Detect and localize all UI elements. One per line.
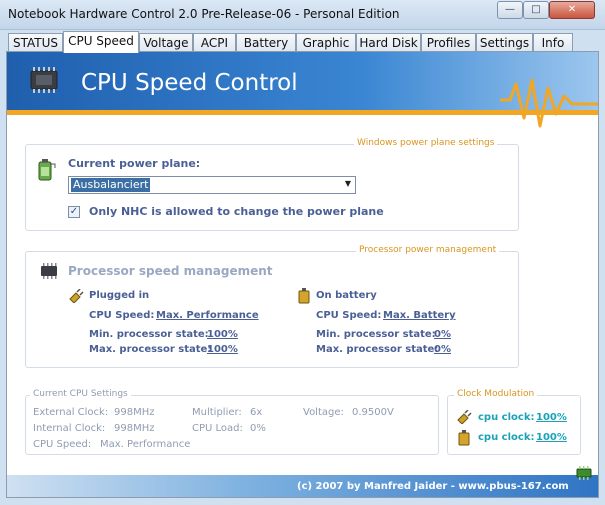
plug-icon	[69, 289, 84, 303]
tab-bar: STATUS CPU Speed Voltage ACPI Battery Gr…	[0, 30, 605, 53]
external-clock-value: 998MHz	[114, 407, 155, 418]
battery-icon	[458, 430, 470, 446]
plugged-min-state-link[interactable]: 100%	[207, 329, 238, 340]
plugged-cpu-speed-label: CPU Speed:	[89, 310, 155, 321]
battery-cpu-speed-link[interactable]: Max. Battery	[383, 310, 456, 321]
plug-icon	[457, 410, 472, 424]
plugged-max-state-label: Max. processor state:	[89, 344, 212, 355]
current-cpu-settings-group: Current CPU Settings External Clock: 998…	[25, 389, 439, 455]
clock-modulation-group: Clock Modulation cpu clock: 100% cpu clo…	[447, 389, 581, 455]
heartbeat-wave-icon	[500, 78, 598, 128]
plugged-in-heading: Plugged in	[89, 290, 150, 301]
nhc-only-checkbox-label[interactable]: Only NHC is allowed to change the power …	[89, 205, 384, 218]
window-title: Notebook Hardware Control 2.0 Pre-Releas…	[8, 7, 400, 21]
tab-info[interactable]: Info	[533, 33, 573, 52]
tab-hard-disk[interactable]: Hard Disk	[356, 33, 421, 52]
power-plane-select[interactable]: Ausbalanciert ▼	[68, 176, 356, 194]
plugged-cpu-speed-link[interactable]: Max. Performance	[156, 310, 259, 321]
cpu-speed-label: CPU Speed:	[33, 439, 92, 450]
cpu-load-value: 0%	[250, 423, 266, 434]
cpu-speed-panel: CPU Speed Control Windows power plane se…	[6, 51, 599, 498]
voltage-label: Voltage:	[303, 407, 344, 418]
external-clock-label: External Clock:	[33, 407, 109, 418]
plugged-max-state-link[interactable]: 100%	[207, 344, 238, 355]
battery-max-state-link[interactable]: 0%	[434, 344, 451, 355]
plugged-min-state-label: Min. processor state:	[89, 329, 209, 340]
tab-profiles[interactable]: Profiles	[421, 33, 476, 52]
close-button[interactable]: ✕	[549, 1, 595, 19]
tab-status[interactable]: STATUS	[8, 33, 63, 52]
battery-min-state-label: Min. processor state:	[316, 329, 436, 340]
cpu-load-label: CPU Load:	[192, 423, 243, 434]
nhc-only-checkbox[interactable]: ✓	[68, 206, 80, 218]
banner-title: CPU Speed Control	[81, 70, 298, 96]
processor-power-group: Processor power management Processor spe…	[25, 245, 519, 368]
battery-plug-icon	[38, 159, 56, 181]
current-cpu-settings-legend: Current CPU Settings	[30, 389, 131, 399]
multiplier-label: Multiplier:	[192, 407, 242, 418]
tab-battery[interactable]: Battery	[236, 33, 296, 52]
cpu-chip-small-icon	[41, 263, 57, 279]
tab-acpi[interactable]: ACPI	[193, 33, 236, 52]
cpu-speed-value: Max. Performance	[100, 439, 191, 450]
clock-mod-plugged-value[interactable]: 100%	[536, 412, 567, 423]
cpu-chip-tray-icon[interactable]	[574, 466, 594, 480]
tab-voltage[interactable]: Voltage	[139, 33, 193, 52]
voltage-value: 0.9500V	[352, 407, 394, 418]
battery-max-state-label: Max. processor state:	[316, 344, 439, 355]
battery-cpu-speed-label: CPU Speed:	[316, 310, 382, 321]
current-power-plane-label: Current power plane:	[68, 157, 201, 170]
footer-copyright: (c) 2007 by Manfred Jaider - www.pbus-16…	[297, 481, 569, 492]
clock-modulation-legend: Clock Modulation	[454, 389, 538, 399]
clock-mod-battery-label: cpu clock:	[478, 432, 535, 443]
power-plane-group: Windows power plane settings Current pow…	[25, 138, 519, 231]
maximize-button[interactable]: □	[523, 1, 549, 19]
clock-mod-plugged-label: cpu clock:	[478, 412, 535, 423]
title-bar: Notebook Hardware Control 2.0 Pre-Releas…	[0, 0, 605, 30]
battery-min-state-link[interactable]: 0%	[434, 329, 451, 340]
on-battery-heading: On battery	[316, 290, 377, 301]
battery-icon	[298, 288, 310, 304]
power-plane-legend: Windows power plane settings	[354, 138, 498, 148]
tab-settings[interactable]: Settings	[476, 33, 533, 52]
tab-cpu-speed[interactable]: CPU Speed	[63, 31, 139, 53]
multiplier-value: 6x	[250, 407, 263, 418]
processor-power-legend: Processor power management	[356, 245, 500, 255]
minimize-button[interactable]: —	[497, 1, 523, 19]
internal-clock-value: 998MHz	[114, 423, 155, 434]
cpu-chip-icon	[30, 67, 58, 93]
internal-clock-label: Internal Clock:	[33, 423, 106, 434]
processor-speed-title: Processor speed management	[68, 264, 273, 278]
power-plane-selected-value: Ausbalanciert	[71, 178, 151, 192]
chevron-down-icon: ▼	[344, 179, 351, 188]
tab-graphic[interactable]: Graphic	[296, 33, 356, 52]
clock-mod-battery-value[interactable]: 100%	[536, 432, 567, 443]
